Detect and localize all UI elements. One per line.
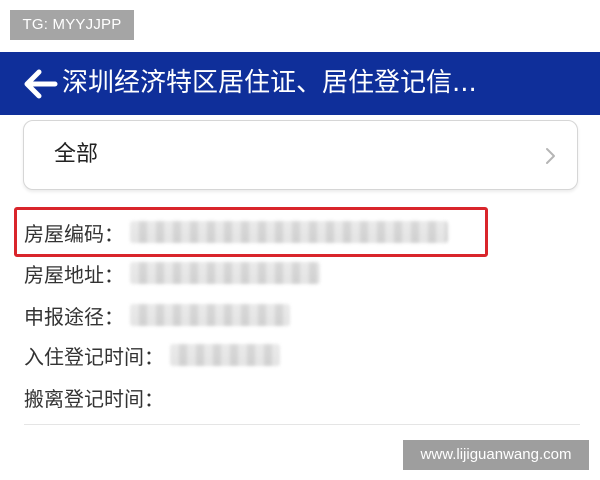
field-row-house-address: 房屋地址： [24, 258, 320, 288]
redacted-value [130, 262, 320, 284]
screenshot-page: TG: MYYJJPP 深圳经济特区居住证、居住登记信... 全部 房屋编码： … [0, 0, 600, 480]
highlight-box [14, 207, 488, 257]
field-label-report-channel: 申报途径： [24, 304, 124, 329]
field-label-checkout-time: 搬离登记时间： [24, 386, 164, 411]
filter-label: 全部 [54, 142, 99, 167]
bottom-watermark: www.lijiguanwang.com [403, 440, 589, 470]
top-watermark: TG: MYYJJPP [10, 10, 134, 40]
back-arrow-icon[interactable] [20, 64, 60, 104]
field-label-checkin-time: 入住登记时间： [24, 344, 164, 369]
chevron-right-icon [546, 148, 555, 164]
divider [24, 424, 580, 425]
redacted-value [170, 344, 280, 366]
filter-select[interactable]: 全部 [23, 120, 578, 190]
field-row-checkin-time: 入住登记时间： [24, 340, 280, 370]
page-title: 深圳经济特区居住证、居住登记信... [62, 68, 477, 98]
app-header: 深圳经济特区居住证、居住登记信... [0, 52, 600, 115]
field-row-report-channel: 申报途径： [24, 300, 290, 330]
field-row-checkout-time: 搬离登记时间： [24, 382, 164, 412]
field-label-house-address: 房屋地址： [24, 262, 124, 287]
redacted-value [130, 304, 290, 326]
